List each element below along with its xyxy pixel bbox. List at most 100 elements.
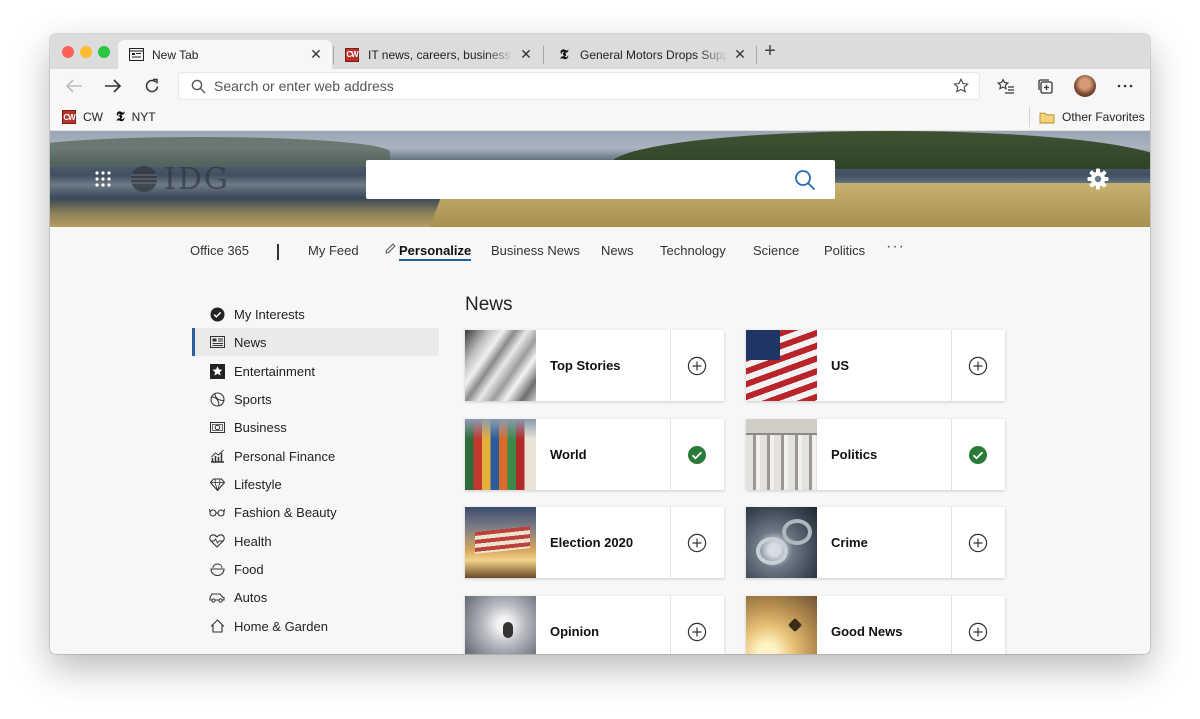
- close-tab-icon[interactable]: ✕: [732, 46, 748, 63]
- sidebar-item-my-interests[interactable]: My Interests: [192, 300, 439, 328]
- topic-card-good-news[interactable]: Good News: [746, 596, 1005, 654]
- minimize-window-button[interactable]: [80, 46, 92, 58]
- topic-card-world[interactable]: World: [465, 419, 724, 490]
- bookmark-cw[interactable]: CW CW: [62, 108, 103, 126]
- browser-window: New Tab ✕ CW IT news, careers, business …: [50, 34, 1150, 654]
- back-button[interactable]: [62, 74, 86, 98]
- nav-my-feed[interactable]: My Feed: [308, 243, 359, 258]
- bookmark-nyt[interactable]: 𝕿 NYT: [116, 108, 156, 126]
- profile-avatar[interactable]: [1074, 75, 1096, 97]
- search-icon[interactable]: [793, 168, 817, 192]
- web-search-input[interactable]: [376, 160, 780, 201]
- close-tab-icon[interactable]: ✕: [308, 46, 324, 63]
- food-icon: [209, 561, 225, 577]
- nav-news[interactable]: News: [601, 243, 634, 258]
- topic-card-top-stories[interactable]: Top Stories: [465, 330, 724, 401]
- nav-technology[interactable]: Technology: [660, 243, 726, 258]
- sidebar-item-fashion-beauty[interactable]: Fashion & Beauty: [192, 498, 439, 526]
- add-favorite-star-icon[interactable]: [953, 78, 969, 94]
- nav-office-365[interactable]: Office 365: [190, 243, 249, 258]
- topic-card-us[interactable]: US: [746, 330, 1005, 401]
- gear-icon[interactable]: [1086, 167, 1110, 191]
- add-circle-icon[interactable]: [968, 356, 988, 376]
- address-input[interactable]: [214, 78, 953, 94]
- check-circle-icon[interactable]: [687, 445, 707, 465]
- sidebar-item-health[interactable]: Health: [192, 527, 439, 555]
- card-divider: [951, 507, 952, 578]
- tab-strip: New Tab ✕ CW IT news, careers, business …: [50, 34, 1150, 69]
- nav-more-button[interactable]: ···: [886, 238, 905, 256]
- card-divider: [670, 596, 671, 654]
- sidebar-item-autos[interactable]: Autos: [192, 583, 439, 611]
- new-tab-button[interactable]: +: [760, 41, 780, 62]
- app-launcher-grid-icon[interactable]: [94, 170, 112, 188]
- thumbnail-columns: [746, 419, 817, 490]
- sidebar-item-label: Health: [234, 533, 272, 549]
- nav-business-news[interactable]: Business News: [491, 243, 580, 258]
- nav-science[interactable]: Science: [753, 243, 799, 258]
- chart-icon: [209, 448, 225, 464]
- zoom-window-button[interactable]: [98, 46, 110, 58]
- collections-button[interactable]: [1033, 74, 1057, 98]
- sidebar-item-label: Sports: [234, 391, 272, 407]
- thumbnail-microphone-crowd: [465, 596, 536, 654]
- thumbnail-world-flags: [465, 419, 536, 490]
- card-divider: [670, 330, 671, 401]
- idg-logo: IDG: [130, 162, 230, 197]
- bookmark-separator: [1029, 107, 1030, 127]
- sidebar-item-entertainment[interactable]: Entertainment: [192, 357, 439, 385]
- add-circle-icon[interactable]: [687, 533, 707, 553]
- add-circle-icon[interactable]: [968, 622, 988, 642]
- sidebar-item-sports[interactable]: Sports: [192, 385, 439, 413]
- favorites-button[interactable]: [994, 74, 1018, 98]
- topic-card-politics[interactable]: Politics: [746, 419, 1005, 490]
- computerworld-favicon: CW: [62, 110, 76, 124]
- topic-label: Election 2020: [550, 535, 634, 550]
- sidebar-item-home-garden[interactable]: Home & Garden: [192, 612, 439, 640]
- add-circle-icon[interactable]: [968, 533, 988, 553]
- check-circle-icon[interactable]: [968, 445, 988, 465]
- topic-card-crime[interactable]: Crime: [746, 507, 1005, 578]
- thumbnail-handcuffs: [746, 507, 817, 578]
- tab-computerworld[interactable]: CW IT news, careers, business technology…: [334, 40, 542, 69]
- card-divider: [951, 419, 952, 490]
- sidebar-item-label: News: [234, 334, 267, 350]
- address-bar[interactable]: [178, 72, 980, 100]
- other-favorites-folder[interactable]: Other Favorites: [1039, 108, 1145, 126]
- tab-nyt[interactable]: 𝕿 General Motors Drops Support for ✕: [546, 40, 756, 69]
- topic-label: Opinion: [550, 624, 600, 639]
- thumbnail-butterfly-sunset: [746, 596, 817, 654]
- thumbnail-newspapers: [465, 330, 536, 401]
- newspaper-icon: [209, 334, 225, 350]
- back-arrow-icon: [65, 79, 82, 93]
- tab-new-tab[interactable]: New Tab ✕: [118, 40, 332, 69]
- toolbar: [50, 69, 1150, 103]
- sidebar-item-food[interactable]: Food: [192, 555, 439, 583]
- heartbeat-icon: [209, 533, 225, 549]
- close-tab-icon[interactable]: ✕: [518, 46, 534, 63]
- bookmark-label: NYT: [131, 110, 156, 124]
- sidebar-item-business[interactable]: Business: [192, 413, 439, 441]
- forward-button[interactable]: [101, 74, 125, 98]
- refresh-button[interactable]: [140, 74, 164, 98]
- star-icon: [209, 363, 225, 379]
- sidebar-item-lifestyle[interactable]: Lifestyle: [192, 470, 439, 498]
- check-circle-icon: [209, 306, 225, 322]
- nav-divider: [277, 244, 279, 260]
- add-circle-icon[interactable]: [687, 356, 707, 376]
- nav-personalize[interactable]: Personalize: [399, 243, 472, 261]
- sidebar-item-news[interactable]: News: [192, 328, 439, 356]
- topic-card-election-2020[interactable]: Election 2020: [465, 507, 724, 578]
- computerworld-favicon: CW: [344, 47, 360, 63]
- topic-label: US: [831, 358, 850, 373]
- web-search-box[interactable]: [366, 160, 835, 201]
- add-circle-icon[interactable]: [687, 622, 707, 642]
- sidebar-item-personal-finance[interactable]: Personal Finance: [192, 442, 439, 470]
- topic-label: Crime: [831, 535, 868, 550]
- topic-card-opinion[interactable]: Opinion: [465, 596, 724, 654]
- nav-politics[interactable]: Politics: [824, 243, 865, 258]
- more-menu-button[interactable]: [1113, 74, 1137, 98]
- close-window-button[interactable]: [62, 46, 74, 58]
- interests-sidebar: My Interests News Entertainment Sports B…: [192, 300, 440, 654]
- topic-label: Good News: [831, 624, 903, 639]
